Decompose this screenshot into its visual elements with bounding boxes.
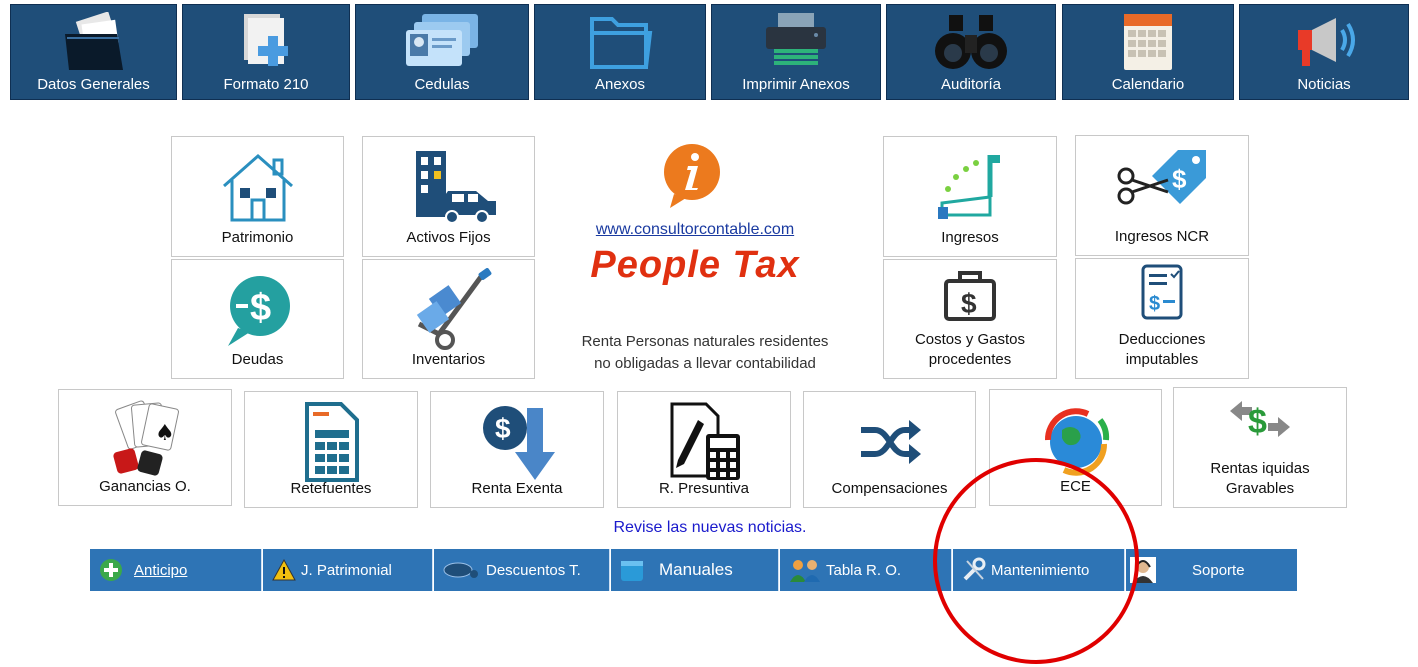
- id-cards-icon: [356, 11, 528, 73]
- manuales-button[interactable]: Manuales: [611, 549, 779, 591]
- svg-text:$: $: [961, 288, 977, 319]
- cash-case-icon: $: [884, 266, 1056, 326]
- nav-anexos[interactable]: Anexos: [534, 4, 706, 100]
- binoculars-icon: [887, 11, 1055, 73]
- nav-calendario[interactable]: Calendario: [1062, 4, 1234, 100]
- soporte-button[interactable]: Soporte: [1126, 549, 1297, 591]
- nav-auditoria[interactable]: Auditoría: [886, 4, 1056, 100]
- svg-text:♠: ♠: [155, 421, 175, 446]
- tabla-ro-button[interactable]: Tabla R. O.: [780, 549, 952, 591]
- svg-text:$: $: [250, 287, 271, 329]
- calendar-icon: [1063, 11, 1233, 73]
- svg-text:$: $: [1149, 293, 1160, 315]
- nav-formato-210[interactable]: Formato 210: [182, 4, 350, 100]
- tile-renta-exenta[interactable]: $ Renta Exenta: [430, 391, 604, 508]
- nav-noticias[interactable]: Noticias: [1239, 4, 1409, 100]
- tile-ganancias[interactable]: ♠ Ganancias O.: [58, 389, 232, 506]
- tile-presuntiva[interactable]: R. Presuntiva: [617, 391, 791, 508]
- website-link[interactable]: www.consultorcontable.com: [555, 221, 835, 239]
- info-icon: [660, 142, 724, 215]
- building-car-icon: [363, 147, 534, 227]
- house-icon: [172, 147, 343, 227]
- nav-cedulas[interactable]: Cedulas: [355, 4, 529, 100]
- tile-retefuentes[interactable]: Retefuentes: [244, 391, 418, 508]
- dollar-exchange-icon: $: [1174, 394, 1346, 444]
- folder-documents-icon: [11, 11, 176, 73]
- tile-ingresos[interactable]: Ingresos: [883, 136, 1057, 257]
- annotation-circle: [933, 458, 1139, 664]
- document-calculator-icon: [618, 402, 790, 482]
- svg-text:$: $: [1172, 164, 1187, 194]
- megaphone-icon: [1240, 11, 1408, 73]
- printer-icon: [712, 11, 880, 73]
- nav-imprimir-anexos[interactable]: Imprimir Anexos: [711, 4, 881, 100]
- tile-ingresos-ncr[interactable]: $ Ingresos NCR: [1075, 135, 1249, 256]
- checklist-dollar-icon: $: [1076, 263, 1248, 323]
- tile-deducciones[interactable]: $ Deducciones imputables: [1075, 258, 1249, 379]
- users-icon: [788, 557, 822, 583]
- anticipo-button[interactable]: Anticipo: [90, 549, 262, 591]
- add-document-icon: [183, 11, 349, 73]
- tile-rentas-liquidas[interactable]: $ Rentas iquidas Gravables: [1173, 387, 1347, 508]
- dollar-speech-icon: $: [172, 270, 343, 350]
- tile-inventarios[interactable]: Inventarios: [362, 259, 535, 379]
- brand-logo: People Tax: [590, 244, 800, 286]
- price-tag-scissors-icon: $: [1076, 146, 1248, 226]
- folder-icon: [535, 11, 705, 73]
- j-patrimonial-button[interactable]: J. Patrimonial: [263, 549, 433, 591]
- cash-register-icon: [884, 147, 1056, 227]
- product-description: Renta Personas naturales residentes no o…: [581, 333, 829, 372]
- discount-icon: [442, 557, 482, 583]
- plus-circle-icon: [98, 557, 124, 583]
- tile-costos-gastos[interactable]: $ Costos y Gastos procedentes: [883, 259, 1057, 379]
- svg-text:$: $: [495, 413, 511, 444]
- dollar-down-arrow-icon: $: [431, 402, 603, 482]
- book-icon: [619, 557, 645, 583]
- descuentos-button[interactable]: Descuentos T.: [434, 549, 610, 591]
- warning-icon: [271, 557, 297, 583]
- hand-truck-icon: [363, 268, 534, 350]
- news-link[interactable]: Revise las nuevas noticias.: [560, 519, 860, 537]
- svg-text:$: $: [1248, 403, 1267, 441]
- nav-datos-generales[interactable]: Datos Generales: [10, 4, 177, 100]
- tile-deudas[interactable]: $ Deudas: [171, 259, 344, 379]
- tile-activos-fijos[interactable]: Activos Fijos: [362, 136, 535, 257]
- spreadsheet-document-icon: [245, 402, 417, 482]
- cards-dice-icon: ♠: [59, 400, 231, 480]
- tile-patrimonio[interactable]: Patrimonio: [171, 136, 344, 257]
